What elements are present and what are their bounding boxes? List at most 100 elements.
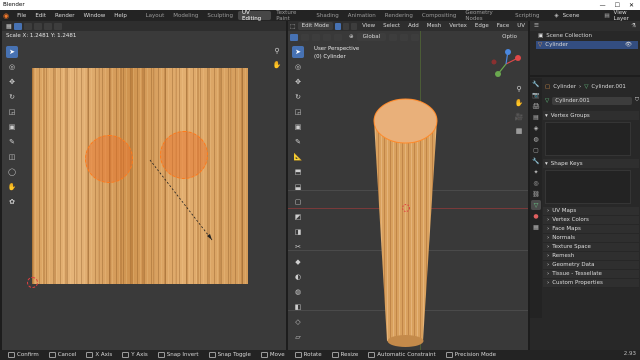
workspace-tab-texture-paint[interactable]: Texture Paint [272, 10, 311, 22]
workspace-tab-sculpting[interactable]: Sculpting [203, 11, 237, 20]
panel-vertex-colors[interactable]: › Vertex Colors [543, 216, 639, 225]
bevel-icon[interactable]: ◩ [292, 211, 304, 223]
texture-tab-icon[interactable]: ▦ [531, 222, 541, 232]
menu-window[interactable]: Window [80, 13, 110, 19]
panel-vertex-groups[interactable]: ▾ Vertex Groups [543, 111, 639, 120]
shear-icon[interactable]: ▱ [292, 331, 304, 343]
vertex-select-button[interactable] [23, 22, 32, 30]
workspace-tab-uv-editing[interactable]: UV Editing [238, 10, 272, 22]
panel-geometry-data[interactable]: › Geometry Data [543, 261, 639, 270]
mode-selector[interactable]: Edit Mode [297, 22, 334, 30]
panel-shape-keys[interactable]: ▾ Shape Keys [543, 159, 639, 168]
blender-logo-icon[interactable]: ◉ [3, 12, 12, 20]
close-button[interactable]: ✕ [629, 2, 634, 9]
constraints-tab-icon[interactable]: ⛓ [531, 189, 541, 199]
editor-type-icon[interactable]: ▦ [6, 23, 12, 30]
edge-mode-button[interactable] [343, 22, 350, 30]
menu-file[interactable]: File [13, 13, 30, 19]
measure-icon[interactable]: 📐 [292, 151, 304, 163]
menu-select[interactable]: Select [380, 23, 403, 29]
world-tab-icon[interactable]: ◍ [531, 134, 541, 144]
panel-normals[interactable]: › Normals [543, 234, 639, 243]
workspace-tab-compositing[interactable]: Compositing [418, 11, 460, 20]
select-cursor-icon[interactable]: ➤ [6, 46, 18, 58]
select-box-button[interactable] [290, 33, 298, 41]
view-layer-tab-icon[interactable]: ▤ [531, 112, 541, 122]
panel-custom-properties[interactable]: › Custom Properties [543, 279, 639, 288]
menu-uv[interactable]: UV [514, 23, 528, 29]
scale-icon[interactable]: ◲ [292, 106, 304, 118]
outliner-row-scene-collection[interactable]: ▣ Scene Collection [536, 32, 638, 40]
panel-remesh[interactable]: › Remesh [543, 252, 639, 261]
island-select-button[interactable] [53, 22, 62, 30]
transform-icon[interactable]: ▣ [292, 121, 304, 133]
shrink-fatten-icon[interactable]: ◇ [292, 316, 304, 328]
select-mode-c-button[interactable] [323, 33, 331, 41]
face-select-button[interactable] [43, 22, 52, 30]
loop-cut-icon[interactable]: ◨ [292, 226, 304, 238]
face-mode-button[interactable] [351, 22, 358, 30]
workspace-tab-animation[interactable]: Animation [344, 11, 380, 20]
spin-icon[interactable]: ◐ [292, 271, 304, 283]
view-layer-selector[interactable]: View Layer [611, 10, 640, 22]
menu-vertex[interactable]: Vertex [446, 23, 470, 29]
filter-icon[interactable]: ⚗ [631, 23, 640, 29]
pan-hand-icon[interactable]: ✋ [514, 98, 524, 108]
outliner-row-cylinder[interactable]: ▽ Cylinder 👁 [536, 41, 638, 49]
menu-mesh[interactable]: Mesh [424, 23, 444, 29]
rotate-icon[interactable]: ↻ [292, 91, 304, 103]
vertex-groups-list[interactable] [545, 122, 631, 156]
grid-view-icon[interactable]: ▦ [514, 126, 524, 136]
datablock-field[interactable]: Cylinder.001 [552, 96, 632, 105]
add-cube-icon[interactable]: ⬒ [292, 166, 304, 178]
viewport-editor-type-icon[interactable]: ⬚ [290, 23, 296, 30]
panel-texture-space[interactable]: › Texture Space [543, 243, 639, 252]
vertex-mode-button[interactable] [335, 22, 342, 30]
proportional-edit-button[interactable] [411, 33, 420, 41]
panel-tissue-tessellate[interactable]: › Tissue - Tessellate [543, 270, 639, 279]
object-tab-icon[interactable]: ▢ [531, 145, 541, 155]
navigation-gizmo[interactable] [490, 48, 522, 80]
scale-icon[interactable]: ◲ [6, 106, 18, 118]
minimize-button[interactable]: — [600, 2, 606, 9]
knife-icon[interactable]: ✂ [292, 241, 304, 253]
render-tab-icon[interactable]: 📷 [531, 90, 541, 100]
edge-slide-icon[interactable]: ◧ [292, 301, 304, 313]
2d-cursor-icon[interactable] [27, 277, 38, 288]
menu-help[interactable]: Help [110, 13, 131, 19]
select-cursor-icon[interactable]: ➤ [292, 46, 304, 58]
visibility-icon[interactable]: 👁 [625, 42, 638, 48]
extrude-icon[interactable]: ⬓ [292, 181, 304, 193]
select-mode-d-button[interactable] [334, 33, 342, 41]
select-mode-a-button[interactable] [301, 33, 309, 41]
zoom-icon[interactable]: ⚲ [514, 84, 524, 94]
pan-hand-icon[interactable]: ✋ [272, 60, 282, 70]
poly-build-icon[interactable]: ◆ [292, 256, 304, 268]
outliner-editor-icon[interactable]: ☰ [534, 23, 539, 29]
menu-add[interactable]: Add [405, 23, 422, 29]
cursor-icon[interactable]: ◎ [6, 61, 18, 73]
cursor-icon[interactable]: ◎ [292, 61, 304, 73]
physics-tab-icon[interactable]: ◎ [531, 178, 541, 188]
workspace-tab-geometry-nodes[interactable]: Geometry Nodes [461, 10, 510, 22]
panel-face-maps[interactable]: › Face Maps [543, 225, 639, 234]
edge-select-button[interactable] [33, 22, 42, 30]
area-divider[interactable] [530, 75, 640, 77]
scene-selector[interactable]: Scene [560, 13, 604, 19]
menu-view[interactable]: View [359, 23, 378, 29]
rip-icon[interactable]: ◫ [6, 151, 18, 163]
workspace-tab-scripting[interactable]: Scripting [511, 11, 543, 20]
workspace-tab-rendering[interactable]: Rendering [381, 11, 417, 20]
pivot-button[interactable] [389, 33, 398, 41]
annotate-icon[interactable]: ✎ [292, 136, 304, 148]
tool-tab-icon[interactable]: 🔧 [531, 79, 541, 89]
smooth-icon[interactable]: ◍ [292, 286, 304, 298]
transform-orientation-selector[interactable]: Global [356, 33, 387, 41]
transform-icon[interactable]: ▣ [6, 121, 18, 133]
rotate-icon[interactable]: ↻ [6, 91, 18, 103]
pinch-icon[interactable]: ✿ [6, 196, 18, 208]
modifier-tab-icon[interactable]: 🔧 [531, 156, 541, 166]
camera-icon[interactable]: 🎥 [514, 112, 524, 122]
panel-uv-maps[interactable]: › UV Maps [543, 207, 639, 216]
select-mode-b-button[interactable] [312, 33, 320, 41]
